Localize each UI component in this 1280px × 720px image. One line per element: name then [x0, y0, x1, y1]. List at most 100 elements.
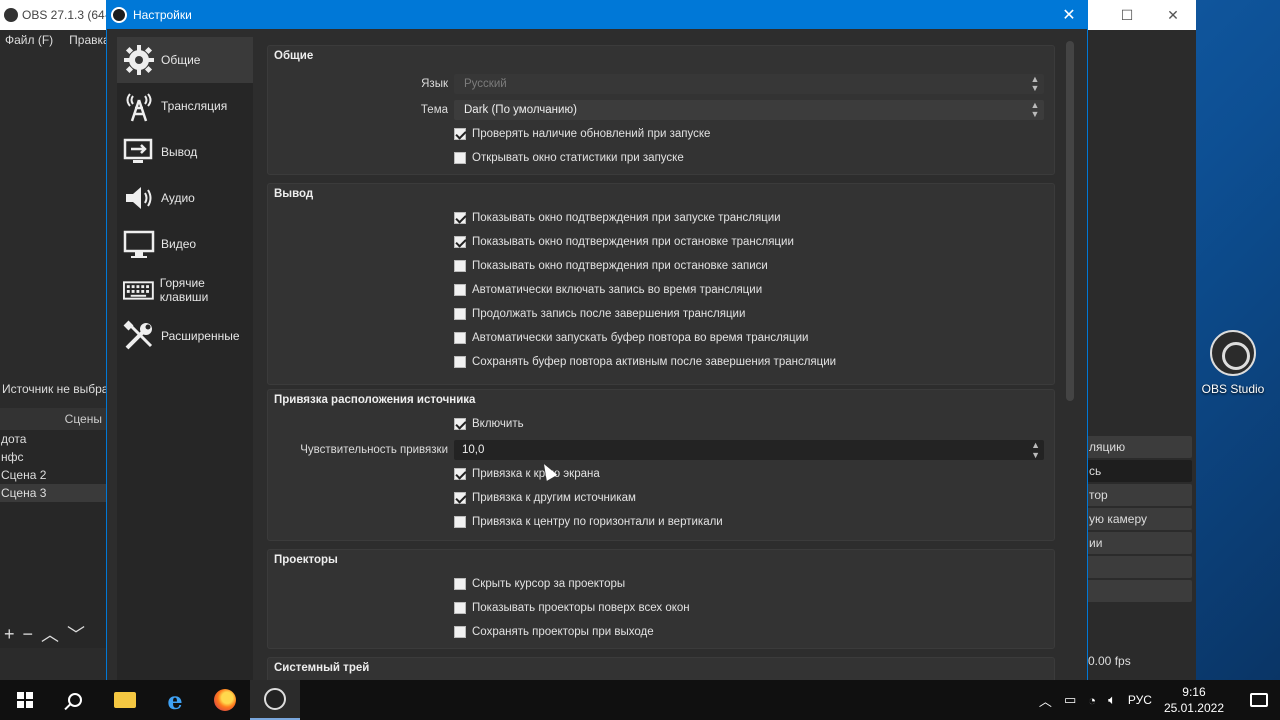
obs-logo-icon [1210, 330, 1256, 376]
clock-date: 25.01.2022 [1163, 701, 1224, 715]
settings-titlebar: Настройки ✕ [107, 1, 1087, 29]
auto-replay-buffer-checkbox[interactable]: Автоматически запускать буфер повтора во… [454, 332, 808, 344]
sidebar-item-label: Трансляция [161, 99, 228, 113]
settings-content: Общие Язык Русский ▲ ▼ Тема Dark (По умол… [267, 37, 1059, 681]
group-title: Проекторы [274, 554, 338, 566]
taskbar-obs[interactable] [250, 680, 300, 720]
snap-center-checkbox[interactable]: Привязка к центру по горизонтали и верти… [454, 516, 723, 528]
open-stats-checkbox[interactable]: Открывать окно статистики при запуске [454, 152, 684, 164]
exit-button[interactable] [1086, 580, 1192, 602]
clock[interactable]: 9:16 25.01.2022 [1164, 684, 1224, 716]
no-source-label: Источник не выбран [2, 382, 116, 396]
keep-replay-buffer-checkbox[interactable]: Сохранять буфер повтора активным после з… [454, 356, 836, 368]
menu-file[interactable]: Файл (F) [5, 33, 53, 47]
fps-readout: 0.00 fps [1088, 654, 1131, 668]
windows-logo-icon [17, 692, 33, 708]
scene-item[interactable]: нфс [0, 448, 106, 466]
sidebar-item-audio[interactable]: Аудио [117, 175, 253, 221]
notification-icon[interactable] [1250, 693, 1268, 707]
close-icon[interactable]: ✕ [1150, 7, 1196, 24]
snap-screen-edge-checkbox[interactable]: Привязка к краю экрана [454, 468, 600, 480]
checkbox-unchecked-icon [454, 602, 466, 614]
save-projectors-checkbox[interactable]: Сохранять проекторы при выходе [454, 626, 654, 638]
checkbox-label: Автоматически включать запись во время т… [472, 284, 763, 296]
sidebar-item-video[interactable]: Видео [117, 221, 253, 267]
checkbox-unchecked-icon [454, 152, 466, 164]
snap-other-sources-checkbox[interactable]: Привязка к другим источникам [454, 492, 636, 504]
spin-arrows-icon[interactable]: ▲ ▼ [1031, 440, 1040, 460]
settings-sidebar: Общие Трансляция Вывод Аудио Видео Горяч… [117, 37, 253, 681]
remove-icon[interactable]: − [23, 624, 34, 645]
checkbox-unchecked-icon [454, 260, 466, 272]
virtual-camera-button[interactable]: ую камеру [1086, 508, 1192, 530]
hide-cursor-projectors-checkbox[interactable]: Скрыть курсор за проекторы [454, 578, 625, 590]
battery-icon[interactable]: ▭ [1064, 692, 1076, 708]
chevron-up-icon[interactable]: ︿ [1039, 691, 1052, 710]
studio-mode-button[interactable]: тор [1086, 484, 1192, 506]
output-icon [123, 138, 153, 163]
theme-value: Dark (По умолчанию) [464, 104, 577, 116]
sidebar-item-output[interactable]: Вывод [117, 129, 253, 175]
obs-logo-icon [111, 7, 127, 23]
close-icon[interactable]: ✕ [1051, 5, 1087, 25]
settings-scrollbar[interactable] [1064, 37, 1076, 681]
menu-edit[interactable]: Правка [69, 33, 110, 47]
checkbox-label: Проверять наличие обновлений при запуске [472, 128, 711, 140]
scene-item-selected[interactable]: Сцена 3 [0, 484, 106, 502]
start-recording-button[interactable]: сь [1086, 460, 1192, 482]
start-streaming-button[interactable]: ляцию [1086, 436, 1192, 458]
snap-sensitivity-spinbox[interactable]: 10,0 ▲ ▼ [454, 440, 1044, 460]
input-language[interactable]: РУС [1128, 693, 1152, 707]
taskbar-ie[interactable]: e [150, 680, 200, 720]
move-down-icon[interactable]: ﹀ [67, 621, 85, 647]
settings-button[interactable] [1086, 556, 1192, 578]
add-icon[interactable]: + [4, 624, 15, 645]
taskbar-firefox[interactable] [200, 680, 250, 720]
theme-select[interactable]: Dark (По умолчанию) ▲ ▼ [454, 100, 1044, 120]
confirm-stop-stream-checkbox[interactable]: Показывать окно подтверждения при остано… [454, 236, 794, 248]
sidebar-item-stream[interactable]: Трансляция [117, 83, 253, 129]
network-icon[interactable]: ◔ [1088, 693, 1096, 708]
scenes-toolbar: + − ︿ ﹀ [0, 622, 106, 646]
group-title: Вывод [274, 188, 314, 200]
projectors-group: Проекторы Скрыть курсор за проекторы Пок… [267, 549, 1055, 649]
theme-label: Тема [420, 104, 448, 116]
internet-explorer-icon: e [167, 685, 183, 715]
sidebar-item-general[interactable]: Общие [117, 37, 253, 83]
scrollbar-thumb[interactable] [1066, 41, 1074, 401]
search-button[interactable] [50, 680, 100, 720]
settings-dialog: Настройки ✕ Общие Трансляция Вывод Аудио… [106, 0, 1088, 681]
taskbar-explorer[interactable] [100, 680, 150, 720]
maximize-icon[interactable]: ☐ [1104, 7, 1150, 24]
sidebar-item-hotkeys[interactable]: Горячие клавиши [117, 267, 253, 313]
check-updates-checkbox[interactable]: Проверять наличие обновлений при запуске [454, 128, 710, 140]
scenes-header: Сцены [0, 408, 106, 430]
firefox-icon [214, 689, 236, 711]
confirm-stop-record-checkbox[interactable]: Показывать окно подтверждения при остано… [454, 260, 768, 272]
start-button[interactable] [0, 680, 50, 720]
checkbox-unchecked-icon [454, 308, 466, 320]
auto-record-checkbox[interactable]: Автоматически включать запись во время т… [454, 284, 762, 296]
dialog-title: Настройки [133, 8, 192, 22]
keep-recording-checkbox[interactable]: Продолжать запись после завершения транс… [454, 308, 745, 320]
sidebar-item-label: Видео [161, 237, 197, 251]
move-up-icon[interactable]: ︿ [41, 621, 59, 647]
group-title: Общие [274, 50, 314, 62]
checkbox-label: Скрыть курсор за проекторы [472, 578, 626, 590]
checkbox-label: Показывать проекторы поверх всех окон [472, 602, 690, 614]
checkbox-unchecked-icon [454, 516, 466, 528]
search-icon [68, 693, 82, 707]
scene-item[interactable]: Сцена 2 [0, 466, 106, 484]
sidebar-item-advanced[interactable]: Расширенные [117, 313, 253, 359]
checkbox-label: Продолжать запись после завершения транс… [472, 308, 746, 320]
volume-icon[interactable]: 🔈︎ [1108, 692, 1116, 708]
studio-button[interactable]: ии [1086, 532, 1192, 554]
language-select[interactable]: Русский ▲ ▼ [454, 74, 1044, 94]
general-group: Общие Язык Русский ▲ ▼ Тема Dark (По умол… [267, 45, 1055, 175]
snapping-enable-checkbox[interactable]: Включить [454, 418, 524, 430]
projectors-on-top-checkbox[interactable]: Показывать проекторы поверх всех окон [454, 602, 690, 614]
checkbox-label: Автоматически запускать буфер повтора во… [472, 332, 809, 344]
scene-item[interactable]: дота [0, 430, 106, 448]
confirm-start-stream-checkbox[interactable]: Показывать окно подтверждения при запуск… [454, 212, 781, 224]
desktop-obs-shortcut[interactable]: OBS Studio [1198, 330, 1268, 396]
